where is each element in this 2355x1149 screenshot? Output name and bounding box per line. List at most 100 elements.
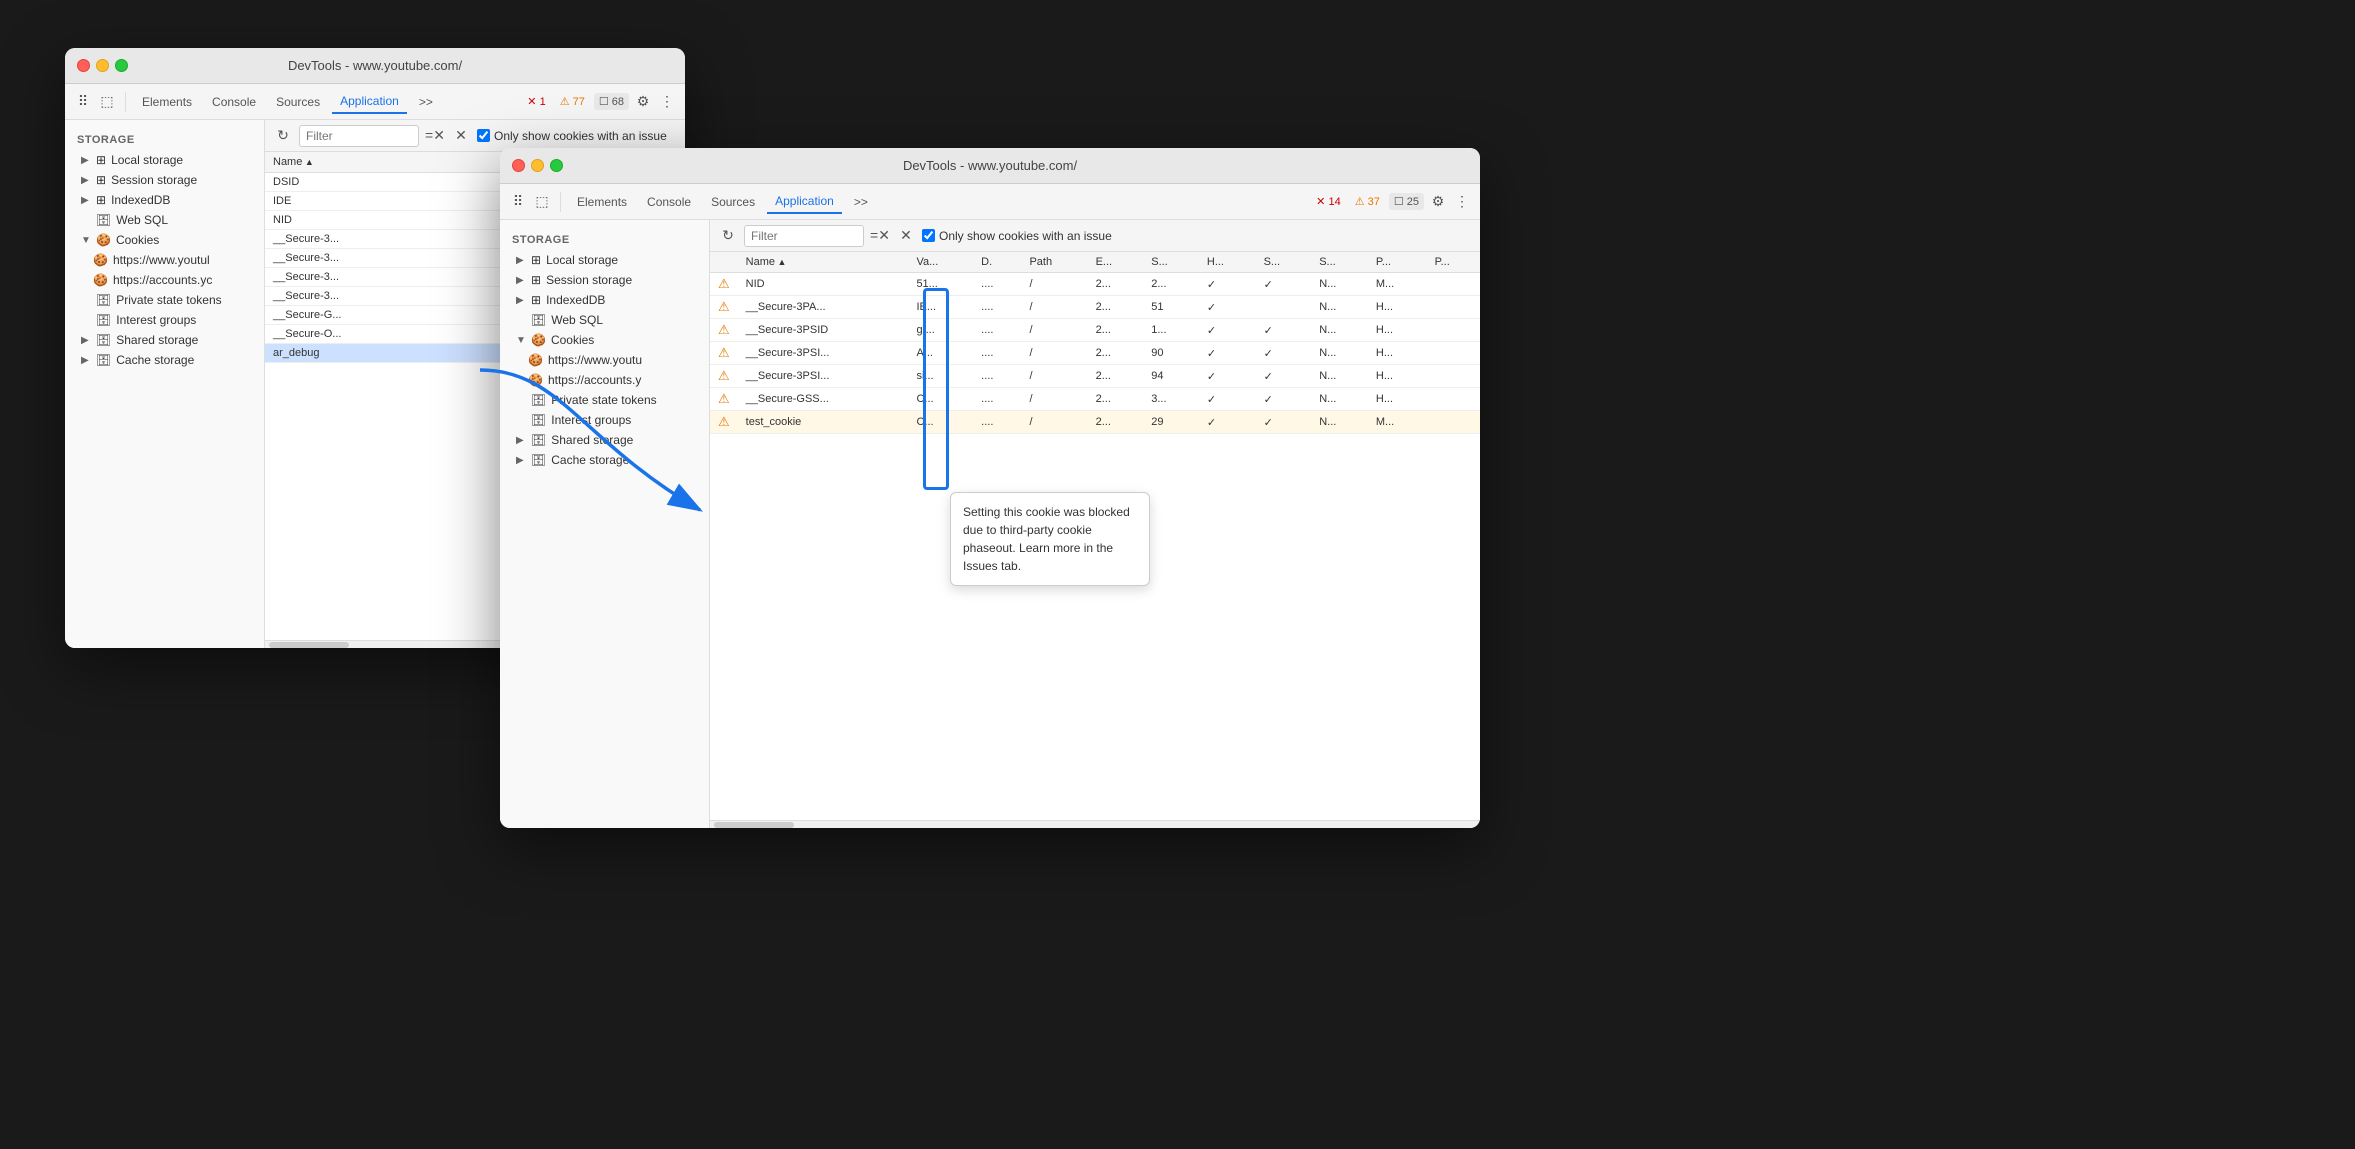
table-row[interactable]: ⚠ __Secure-GSS...C......./2...3...✓✓N...…	[710, 388, 1480, 411]
more-icon-2[interactable]: ⋮	[1452, 192, 1472, 212]
scrollbar-h-2[interactable]	[710, 820, 1480, 828]
settings-icon-2[interactable]: ⚙	[1428, 192, 1448, 212]
sidebar-websql-2[interactable]: ▶ 🗄 Web SQL	[500, 310, 709, 330]
tab-sources-2[interactable]: Sources	[703, 191, 763, 213]
db-icon-private-1: 🗄	[96, 293, 111, 307]
warn-icon: ⚠	[718, 299, 730, 314]
table-row[interactable]: ⚠ __Secure-3PSI...A......./2...90✓✓N...H…	[710, 342, 1480, 365]
sidebar-indexed-2[interactable]: ▶ ⊞ IndexedDB	[500, 290, 709, 310]
tab-more-2[interactable]: >>	[846, 191, 876, 213]
col-p2[interactable]: P...	[1427, 252, 1480, 273]
sidebar-youtube-cookie-1[interactable]: 🍪 https://www.youtul	[65, 250, 264, 270]
sidebar-indexeddb-1[interactable]: ▶ ⊞ IndexedDB	[65, 190, 264, 210]
col-p[interactable]: P...	[1368, 252, 1427, 273]
tab-elements-1[interactable]: Elements	[134, 91, 200, 113]
col-s[interactable]: S...	[1143, 252, 1199, 273]
elements-icon[interactable]: ⠿	[73, 92, 93, 112]
col-s2[interactable]: S...	[1256, 252, 1312, 273]
refresh-icon-1[interactable]: ↻	[273, 126, 293, 146]
table-row[interactable]: ⚠ NID51......./2...2...✓✓N...M...	[710, 273, 1480, 296]
info-badge-1: ☐ 68	[594, 93, 629, 110]
cookies-label-1: Cookies	[116, 233, 159, 247]
sidebar-interest-2[interactable]: ▶ 🗄 Interest groups	[500, 410, 709, 430]
tab-more-1[interactable]: >>	[411, 91, 441, 113]
arrow-indexed-1: ▶	[81, 195, 91, 206]
col-warn[interactable]	[710, 252, 738, 273]
tab-console-2[interactable]: Console	[639, 191, 699, 213]
titlebar-1: DevTools - www.youtube.com/	[65, 48, 685, 84]
minimize-button-1[interactable]	[96, 59, 109, 72]
db-icon-interest-1: 🗄	[96, 313, 111, 327]
session-storage-label-1: Session storage	[111, 173, 197, 187]
filter-input-1[interactable]	[299, 125, 419, 147]
sidebar-cache-1[interactable]: ▶ 🗄 Cache storage	[65, 350, 264, 370]
cookie-icon-acc-2: 🍪	[528, 373, 543, 387]
col-h[interactable]: H...	[1199, 252, 1256, 273]
tab-console-1[interactable]: Console	[204, 91, 264, 113]
sidebar-local-2[interactable]: ▶ ⊞ Local storage	[500, 250, 709, 270]
sidebar-cache-2[interactable]: ▶ 🗄 Cache storage	[500, 450, 709, 470]
sidebar-cookies-1[interactable]: ▼ 🍪 Cookies	[65, 230, 264, 250]
table-row[interactable]: ⚠ test_cookieC......./2...29✓✓N...M...	[710, 411, 1480, 434]
db-icon-websql-2: 🗄	[531, 313, 546, 327]
cookie-tooltip: Setting this cookie was blocked due to t…	[950, 492, 1150, 586]
clear-filter-icon-2[interactable]: =✕	[870, 226, 890, 246]
table-row[interactable]: ⚠ __Secure-3PA...IE......./2...51✓N...H.…	[710, 296, 1480, 319]
sidebar-shared-1[interactable]: ▶ 🗄 Shared storage	[65, 330, 264, 350]
sidebar-websql-1[interactable]: ▶ 🗄 Web SQL	[65, 210, 264, 230]
tab-sources-1[interactable]: Sources	[268, 91, 328, 113]
col-path[interactable]: Path	[1021, 252, 1087, 273]
sidebar-interest-1[interactable]: ▶ 🗄 Interest groups	[65, 310, 264, 330]
more-icon-1[interactable]: ⋮	[657, 92, 677, 112]
sidebar-accounts-cookie-1[interactable]: 🍪 https://accounts.yc	[65, 270, 264, 290]
cookie-issue-filter-2[interactable]: Only show cookies with an issue	[922, 229, 1112, 243]
device-icon-2[interactable]: ⬚	[532, 192, 552, 212]
device-icon[interactable]: ⬚	[97, 92, 117, 112]
sidebar-shared-2[interactable]: ▶ 🗄 Shared storage	[500, 430, 709, 450]
elements-icon-2[interactable]: ⠿	[508, 192, 528, 212]
cookie-issue-filter-1[interactable]: Only show cookies with an issue	[477, 129, 667, 143]
sidebar-cookies-2[interactable]: ▼ 🍪 Cookies	[500, 330, 709, 350]
sidebar-acc-2[interactable]: 🍪 https://accounts.y	[500, 370, 709, 390]
tab-application-2[interactable]: Application	[767, 190, 842, 214]
cookie-icon-2: 🍪	[531, 333, 546, 347]
refresh-icon-2[interactable]: ↻	[718, 226, 738, 246]
db-icon-session-2: ⊞	[531, 273, 541, 287]
sidebar-yt-2[interactable]: 🍪 https://www.youtu	[500, 350, 709, 370]
sidebar-local-storage-1[interactable]: ▶ ⊞ Local storage	[65, 150, 264, 170]
maximize-button-1[interactable]	[115, 59, 128, 72]
sidebar-private-2[interactable]: ▶ 🗄 Private state tokens	[500, 390, 709, 410]
table-row[interactable]: ⚠ __Secure-3PSIDg......../2...1...✓✓N...…	[710, 319, 1480, 342]
sidebar-session-storage-1[interactable]: ▶ ⊞ Session storage	[65, 170, 264, 190]
close-button-2[interactable]	[512, 159, 525, 172]
col-d[interactable]: D.	[973, 252, 1021, 273]
filter-input-2[interactable]	[744, 225, 864, 247]
col-value-2[interactable]: Va...	[908, 252, 973, 273]
col-s3[interactable]: S...	[1311, 252, 1368, 273]
clear-filter-icon-1[interactable]: =✕	[425, 126, 445, 146]
scrollbar-thumb-2[interactable]	[714, 822, 794, 828]
db-icon-cache-1: 🗄	[96, 353, 111, 367]
sidebar-private-tokens-1[interactable]: ▶ 🗄 Private state tokens	[65, 290, 264, 310]
tab-elements-2[interactable]: Elements	[569, 191, 635, 213]
table-row[interactable]: ⚠ __Secure-3PSI...si......./2...94✓✓N...…	[710, 365, 1480, 388]
minimize-button-2[interactable]	[531, 159, 544, 172]
col-name-2[interactable]: Name	[738, 252, 909, 273]
interest-label-1: Interest groups	[116, 313, 196, 327]
db-icon-private-2: 🗄	[531, 393, 546, 407]
tab-application-1[interactable]: Application	[332, 90, 407, 114]
sidebar-1: Storage ▶ ⊞ Local storage ▶ ⊞ Session st…	[65, 120, 265, 648]
scrollbar-thumb-1[interactable]	[269, 642, 349, 648]
window-title-1: DevTools - www.youtube.com/	[288, 58, 462, 73]
warn-icon: ⚠	[718, 368, 730, 383]
maximize-button-2[interactable]	[550, 159, 563, 172]
warning-badge-2: ⚠ 37	[1350, 193, 1385, 210]
delete-icon-1[interactable]: ✕	[451, 126, 471, 146]
close-button-1[interactable]	[77, 59, 90, 72]
settings-icon-1[interactable]: ⚙	[633, 92, 653, 112]
col-e[interactable]: E...	[1088, 252, 1144, 273]
delete-icon-2[interactable]: ✕	[896, 226, 916, 246]
sidebar-session-2[interactable]: ▶ ⊞ Session storage	[500, 270, 709, 290]
cookie-icon-yt-2: 🍪	[528, 353, 543, 367]
table-area-2[interactable]: Name Va... D. Path E... S... H... S... S…	[710, 252, 1480, 820]
